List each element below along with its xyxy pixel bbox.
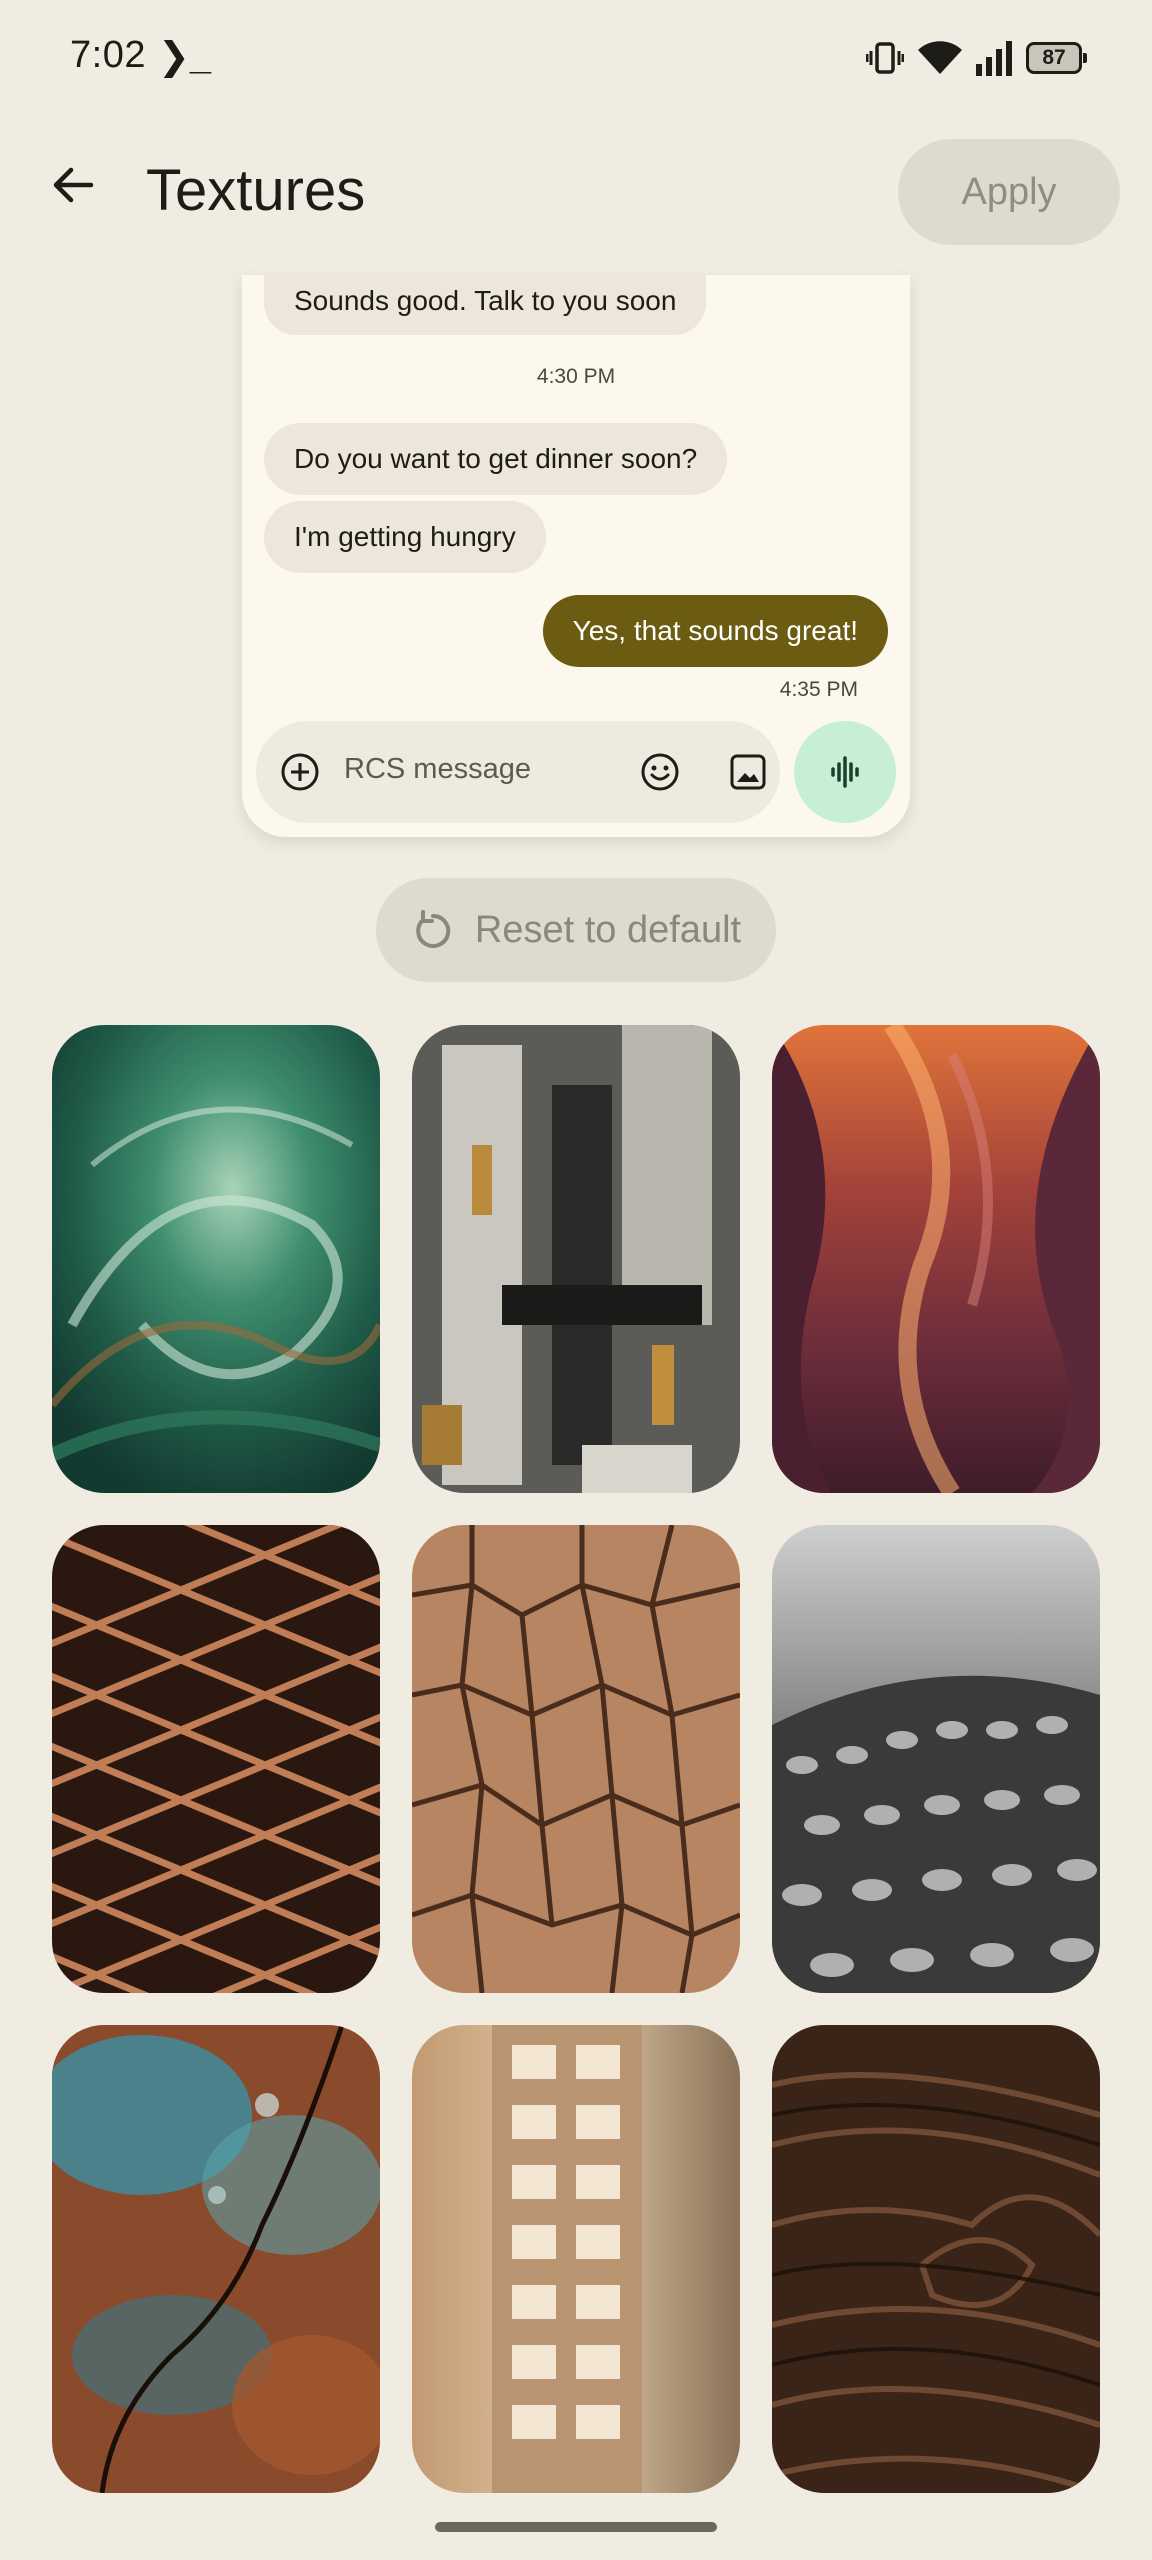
emoji-icon[interactable] (640, 752, 680, 792)
reset-icon (416, 910, 451, 948)
message-timestamp: 4:35 PM (779, 678, 858, 701)
status-icons: 87 (866, 36, 1087, 80)
compose-bar[interactable]: RCS message (256, 721, 780, 823)
chat-preview-card: Sounds good. Talk to you soon 4:30 PM Do… (242, 275, 910, 837)
wallpaper-tile-knit-wool[interactable] (772, 1525, 1100, 1993)
audio-waveform-icon (831, 756, 859, 788)
vibrate-icon (866, 42, 904, 74)
page-title: Textures (146, 158, 366, 223)
wallpaper-image (412, 1025, 740, 1493)
voice-message-button[interactable] (794, 721, 896, 823)
incoming-message: Sounds good. Talk to you soon (264, 275, 707, 335)
wallpaper-tile-rust-patina[interactable] (52, 2025, 380, 2493)
wallpaper-image (52, 2025, 380, 2493)
compose-input[interactable]: RCS message (344, 753, 531, 786)
battery-icon: 87 (1026, 42, 1087, 74)
wallpaper-tile-green-swirl[interactable] (52, 1025, 380, 1493)
arrow-back-icon (53, 167, 94, 203)
message-timestamp: 4:30 PM (536, 365, 616, 388)
battery-level: 87 (1042, 46, 1066, 69)
wallpaper-image (52, 1525, 380, 1993)
top-app-bar: Textures Apply (0, 115, 1152, 275)
back-button[interactable] (40, 152, 106, 218)
wallpaper-image (772, 1525, 1100, 1993)
wallpaper-image (52, 1025, 380, 1493)
wifi-icon (918, 41, 962, 74)
apply-button[interactable]: Apply (898, 139, 1120, 245)
wallpaper-tile-cracked-earth[interactable] (412, 1525, 740, 1993)
outgoing-message: Yes, that sounds great! (542, 595, 888, 667)
signal-icon (976, 41, 1012, 76)
wallpaper-tile-wood-grain[interactable] (772, 2025, 1100, 2493)
home-indicator[interactable] (435, 2522, 717, 2532)
wallpaper-tile-copper-mesh[interactable] (52, 1525, 380, 1993)
add-circle-icon[interactable] (280, 752, 320, 792)
wallpaper-tile-burlap-weave[interactable] (412, 2025, 740, 2493)
status-bar: 7:02 ❯_ 87 (0, 0, 1152, 115)
image-icon[interactable] (728, 752, 768, 792)
wallpaper-image (772, 1025, 1100, 1493)
wallpaper-tile-canyon[interactable] (772, 1025, 1100, 1493)
wallpaper-image (772, 2025, 1100, 2493)
wallpaper-tile-abstract-paint[interactable] (412, 1025, 740, 1493)
terminal-icon: ❯_ (158, 36, 211, 78)
status-time: 7:02 (70, 34, 146, 76)
incoming-message: Do you want to get dinner soon? (264, 423, 728, 495)
wallpaper-image (412, 1525, 740, 1993)
incoming-message: I'm getting hungry (264, 501, 546, 573)
reset-label: Reset to default (474, 908, 742, 951)
wallpaper-image (412, 2025, 740, 2493)
reset-to-default-button[interactable]: Reset to default (376, 878, 776, 982)
